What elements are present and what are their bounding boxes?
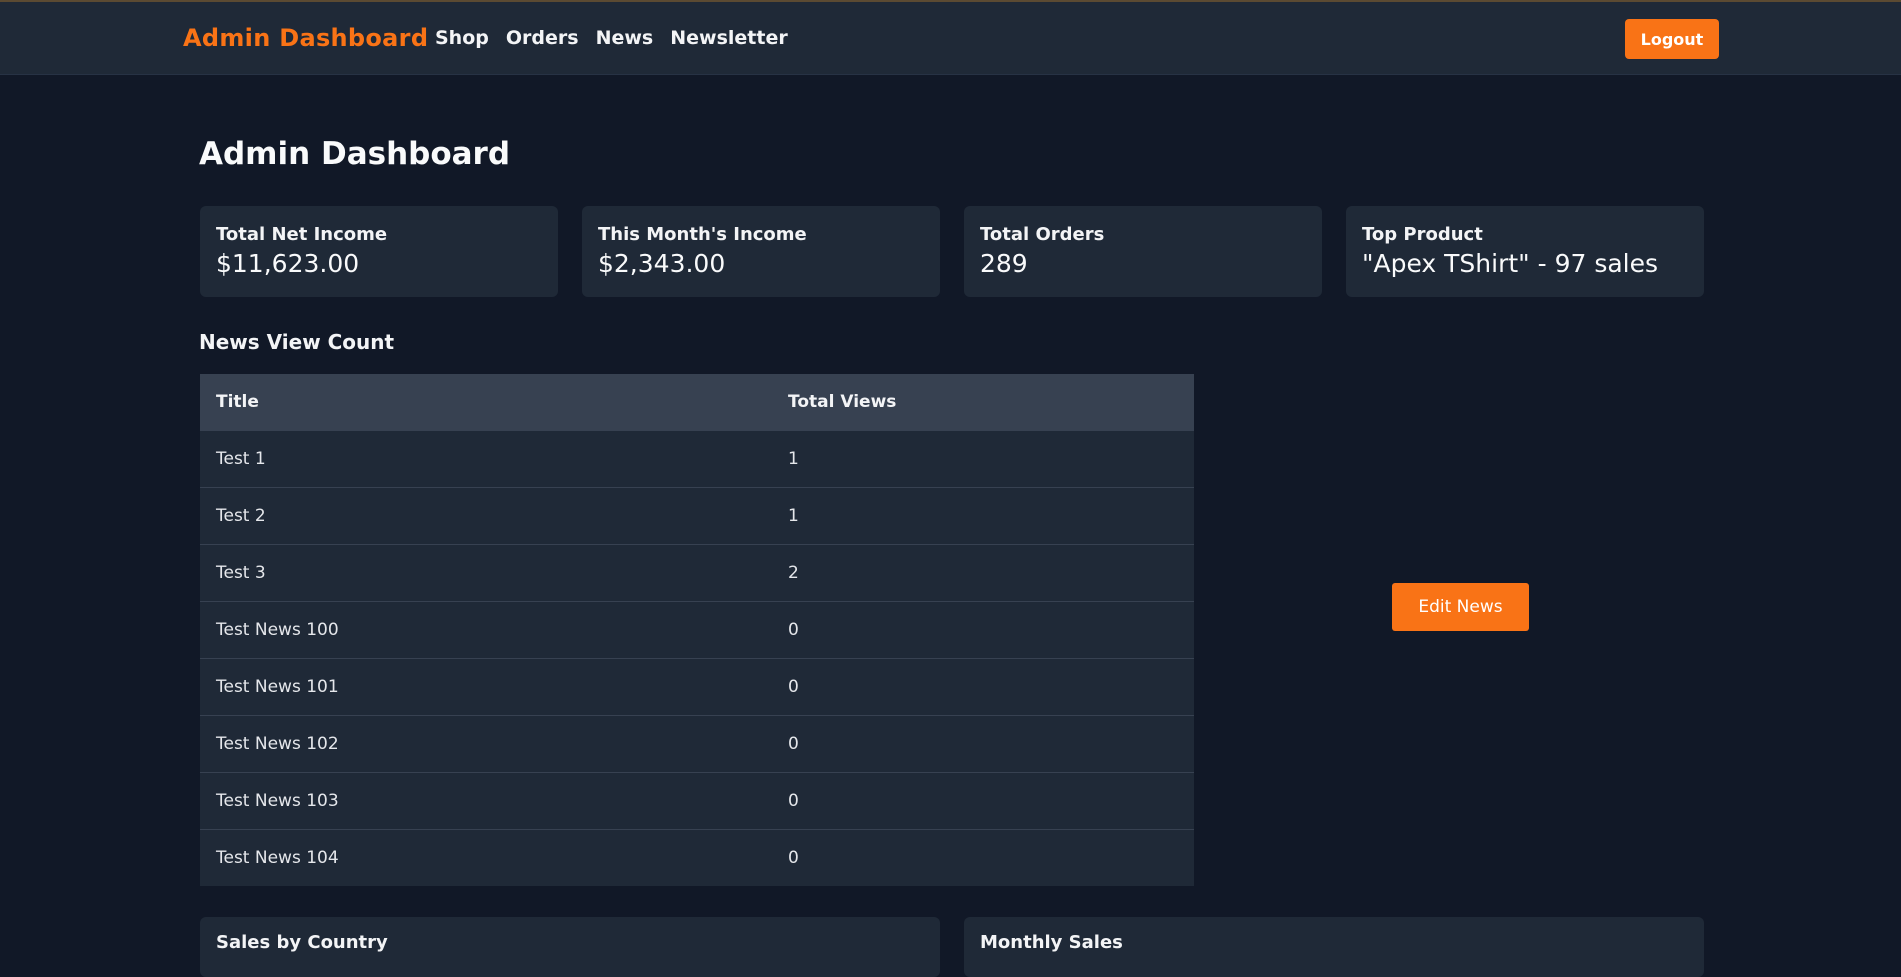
- table-row: Test 3 2: [200, 544, 1194, 602]
- news-title-cell: Test News 101: [200, 658, 772, 716]
- news-views-cell: 0: [772, 715, 1194, 773]
- card-title: Sales by Country: [216, 932, 388, 953]
- top-navbar: Admin Dashboard Shop Orders News Newslet…: [0, 2, 1901, 75]
- stat-card-top-product: Top Product "Apex TShirt" - 97 sales: [1346, 206, 1704, 297]
- stat-label: Top Product: [1362, 224, 1483, 245]
- logout-button[interactable]: Logout: [1625, 19, 1719, 59]
- column-header-title: Title: [200, 374, 772, 431]
- table-row: Test 2 1: [200, 487, 1194, 545]
- table-row: Test News 102 0: [200, 715, 1194, 773]
- news-views-cell: 0: [772, 772, 1194, 830]
- news-view-table: Title Total Views Test 1 1 Test 2 1 Test…: [200, 374, 1194, 886]
- stats-row: Total Net Income $11,623.00 This Month's…: [200, 206, 1704, 297]
- news-views-cell: 1: [772, 430, 1194, 488]
- news-section-title: News View Count: [199, 330, 395, 354]
- stat-value: 289: [980, 249, 1028, 278]
- table-row: Test News 100 0: [200, 601, 1194, 659]
- news-views-cell: 0: [772, 601, 1194, 659]
- news-views-cell: 2: [772, 544, 1194, 602]
- page-title: Admin Dashboard: [199, 136, 511, 172]
- news-title-cell: Test News 100: [200, 601, 772, 659]
- nav-link-orders[interactable]: Orders: [506, 27, 579, 49]
- news-title-cell: Test 3: [200, 544, 772, 602]
- nav-links: Shop Orders News Newsletter: [435, 27, 788, 49]
- card-title: Monthly Sales: [980, 932, 1123, 953]
- stat-card-total-orders: Total Orders 289: [964, 206, 1322, 297]
- news-views-cell: 0: [772, 829, 1194, 886]
- news-views-cell: 0: [772, 658, 1194, 716]
- stat-label: Total Net Income: [216, 224, 388, 245]
- stat-value: $11,623.00: [216, 249, 360, 278]
- table-row: Test News 104 0: [200, 829, 1194, 886]
- table-row: Test News 101 0: [200, 658, 1194, 716]
- nav-link-news[interactable]: News: [596, 27, 654, 49]
- table-header-row: Title Total Views: [200, 374, 1194, 431]
- brand-link[interactable]: Admin Dashboard: [183, 24, 428, 52]
- stat-card-month-income: This Month's Income $2,343.00: [582, 206, 940, 297]
- nav-link-shop[interactable]: Shop: [435, 27, 489, 49]
- stat-value: $2,343.00: [598, 249, 726, 278]
- news-title-cell: Test 1: [200, 430, 772, 488]
- edit-news-button[interactable]: Edit News: [1392, 583, 1529, 631]
- news-title-cell: Test News 103: [200, 772, 772, 830]
- table-row: Test 1 1: [200, 430, 1194, 488]
- table-row: Test News 103 0: [200, 772, 1194, 830]
- news-title-cell: Test News 102: [200, 715, 772, 773]
- news-views-cell: 1: [772, 487, 1194, 545]
- monthly-sales-card: Monthly Sales: [964, 917, 1704, 977]
- stat-label: Total Orders: [980, 224, 1105, 245]
- stat-label: This Month's Income: [598, 224, 807, 245]
- stat-value: "Apex TShirt" - 97 sales: [1362, 249, 1659, 278]
- stat-card-total-net-income: Total Net Income $11,623.00: [200, 206, 558, 297]
- news-title-cell: Test 2: [200, 487, 772, 545]
- column-header-total-views: Total Views: [772, 374, 1194, 431]
- sales-by-country-card: Sales by Country: [200, 917, 940, 977]
- nav-link-newsletter[interactable]: Newsletter: [670, 27, 787, 49]
- news-title-cell: Test News 104: [200, 829, 772, 886]
